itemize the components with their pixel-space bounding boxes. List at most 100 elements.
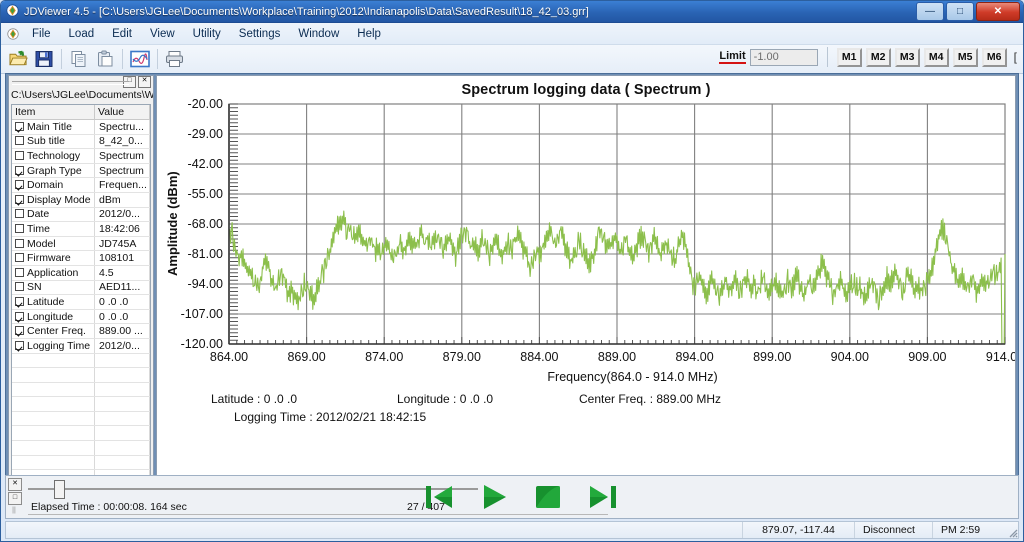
property-item-label: Graph Type	[27, 164, 82, 177]
property-row-value: dBm	[94, 192, 150, 208]
maximize-button[interactable]: □	[946, 2, 974, 21]
playback-close-button[interactable]: ✕	[8, 478, 22, 491]
checkbox-checked-icon[interactable]	[15, 340, 24, 350]
property-row[interactable]: SN AED11...	[12, 280, 150, 296]
playback-restore-button[interactable]: □	[8, 492, 22, 505]
menu-item-utility[interactable]: Utility	[184, 25, 230, 43]
close-button[interactable]: ✕	[976, 2, 1020, 21]
playback-slider-thumb[interactable]	[54, 480, 65, 499]
property-item-label: Model	[27, 237, 56, 250]
property-row[interactable]: Technology Spectrum	[12, 148, 150, 164]
property-item-label: Date	[27, 208, 50, 221]
marker-button-m4[interactable]: M4	[923, 47, 949, 67]
checkbox-checked-icon[interactable]	[15, 311, 24, 321]
property-row-empty	[12, 440, 150, 456]
checkbox-checked-icon[interactable]	[15, 194, 24, 204]
property-row[interactable]: Latitude 0 .0 .0	[12, 294, 150, 310]
property-row-item: Graph Type	[12, 163, 95, 179]
paste-icon[interactable]	[92, 47, 118, 71]
application-window: JDViewer 4.5 - [C:\Users\JGLee\Documents…	[0, 0, 1024, 542]
menu-item-edit[interactable]: Edit	[103, 25, 141, 43]
marker-button-m1[interactable]: M1	[836, 47, 862, 67]
property-item-label: Latitude	[27, 295, 65, 308]
resize-grip-icon[interactable]	[1004, 522, 1018, 538]
save-icon[interactable]	[31, 47, 57, 71]
property-row[interactable]: Longitude 0 .0 .0	[12, 309, 150, 325]
print-icon[interactable]	[162, 47, 188, 71]
plot-area[interactable]: -20.00 -29.00 -42.00 -55.00 -68.00 -81.00 -94.…	[157, 76, 1015, 488]
menu-item-load[interactable]: Load	[60, 25, 104, 43]
annotation-longitude: Longitude : 0 .0 .0	[397, 392, 494, 406]
checkbox-unchecked-icon[interactable]	[15, 267, 24, 277]
property-row[interactable]: Model JD745A	[12, 236, 150, 252]
checkbox-checked-icon[interactable]	[15, 326, 24, 336]
menu-item-settings[interactable]: Settings	[230, 25, 290, 43]
minimize-button[interactable]: —	[916, 2, 944, 21]
checkbox-unchecked-icon[interactable]	[15, 209, 24, 219]
property-row[interactable]: Domain Frequen...	[12, 177, 150, 193]
marker-button-m5[interactable]: M5	[952, 47, 978, 67]
menu-item-help[interactable]: Help	[348, 25, 390, 43]
checkbox-unchecked-icon[interactable]	[15, 282, 24, 292]
property-item-label: Firmware	[27, 252, 71, 265]
property-row[interactable]: Graph Type Spectrum	[12, 163, 150, 179]
property-item-label: Domain	[27, 179, 64, 192]
menu-logo-icon	[7, 27, 19, 40]
property-row-empty-item	[12, 425, 95, 442]
checkbox-checked-icon[interactable]	[15, 296, 24, 306]
property-row[interactable]: Main Title Spectru...	[12, 119, 150, 135]
property-row[interactable]: Center Freq. 889.00 ...	[12, 323, 150, 339]
property-row[interactable]: Display Mode dBm	[12, 192, 150, 208]
play-icon[interactable]	[480, 483, 508, 514]
limit-input[interactable]	[749, 48, 818, 66]
stop-icon[interactable]	[534, 484, 562, 513]
property-row[interactable]: Time 18:42:06	[12, 221, 150, 237]
property-row-empty-item	[12, 353, 95, 369]
property-row[interactable]: Date 2012/0...	[12, 207, 150, 223]
title-bar: JDViewer 4.5 - [C:\Users\JGLee\Documents…	[1, 1, 1023, 23]
property-row[interactable]: Firmware 108101	[12, 250, 150, 266]
previous-icon[interactable]	[424, 483, 454, 514]
menu-item-window[interactable]: Window	[289, 25, 348, 43]
checkbox-unchecked-icon[interactable]	[15, 223, 24, 233]
spectrum-plot	[228, 103, 1006, 345]
checkbox-checked-icon[interactable]	[15, 121, 24, 131]
playback-slider-track[interactable]	[28, 488, 478, 490]
property-row-empty	[12, 396, 150, 412]
property-row-empty	[12, 382, 150, 398]
menu-item-file[interactable]: File	[23, 25, 60, 43]
checkbox-unchecked-icon[interactable]	[15, 150, 24, 160]
property-item-label: Technology	[27, 149, 81, 162]
checkbox-checked-icon[interactable]	[15, 180, 24, 190]
status-connection: Disconnect	[854, 522, 932, 538]
checkbox-unchecked-icon[interactable]	[15, 253, 24, 263]
property-panel-close-button[interactable]: ✕	[138, 76, 151, 88]
checkbox-unchecked-icon[interactable]	[15, 238, 24, 248]
property-row[interactable]: Logging Time 2012/0...	[12, 338, 150, 354]
property-row-empty-value	[94, 367, 150, 383]
status-bar: 879.07, -117.44 Disconnect PM 2:59	[5, 521, 1019, 539]
property-row-empty	[12, 353, 150, 369]
x-axis-tick-label: 879.00	[442, 350, 481, 364]
property-row[interactable]: Application 4.5	[12, 265, 150, 281]
checkbox-checked-icon[interactable]	[15, 165, 24, 175]
x-axis-tick-label: 909.00	[908, 350, 947, 364]
marker-button-m3[interactable]: M3	[894, 47, 920, 67]
checkbox-unchecked-icon[interactable]	[15, 136, 24, 146]
menu-item-view[interactable]: View	[141, 25, 184, 43]
property-row-item: Application	[12, 265, 95, 281]
marker-button-m6[interactable]: M6	[981, 47, 1007, 67]
menu-bar: File Load Edit View Utility Settings Win…	[1, 23, 1023, 45]
property-row-value: Spectrum	[94, 163, 150, 179]
graph-icon[interactable]	[127, 47, 153, 71]
property-row-empty	[12, 367, 150, 383]
property-row-item: Technology	[12, 148, 95, 164]
next-icon[interactable]	[588, 483, 618, 514]
open-folder-icon[interactable]	[5, 47, 31, 71]
property-panel-grip	[12, 81, 129, 85]
copy-icon[interactable]	[66, 47, 92, 71]
property-row[interactable]: Sub title 8_42_0...	[12, 134, 150, 150]
x-axis-tick-label: 894.00	[675, 350, 714, 364]
marker-button-m2[interactable]: M2	[865, 47, 891, 67]
property-grid[interactable]: Item Value Main Title Spectru... Sub title…	[11, 104, 151, 486]
